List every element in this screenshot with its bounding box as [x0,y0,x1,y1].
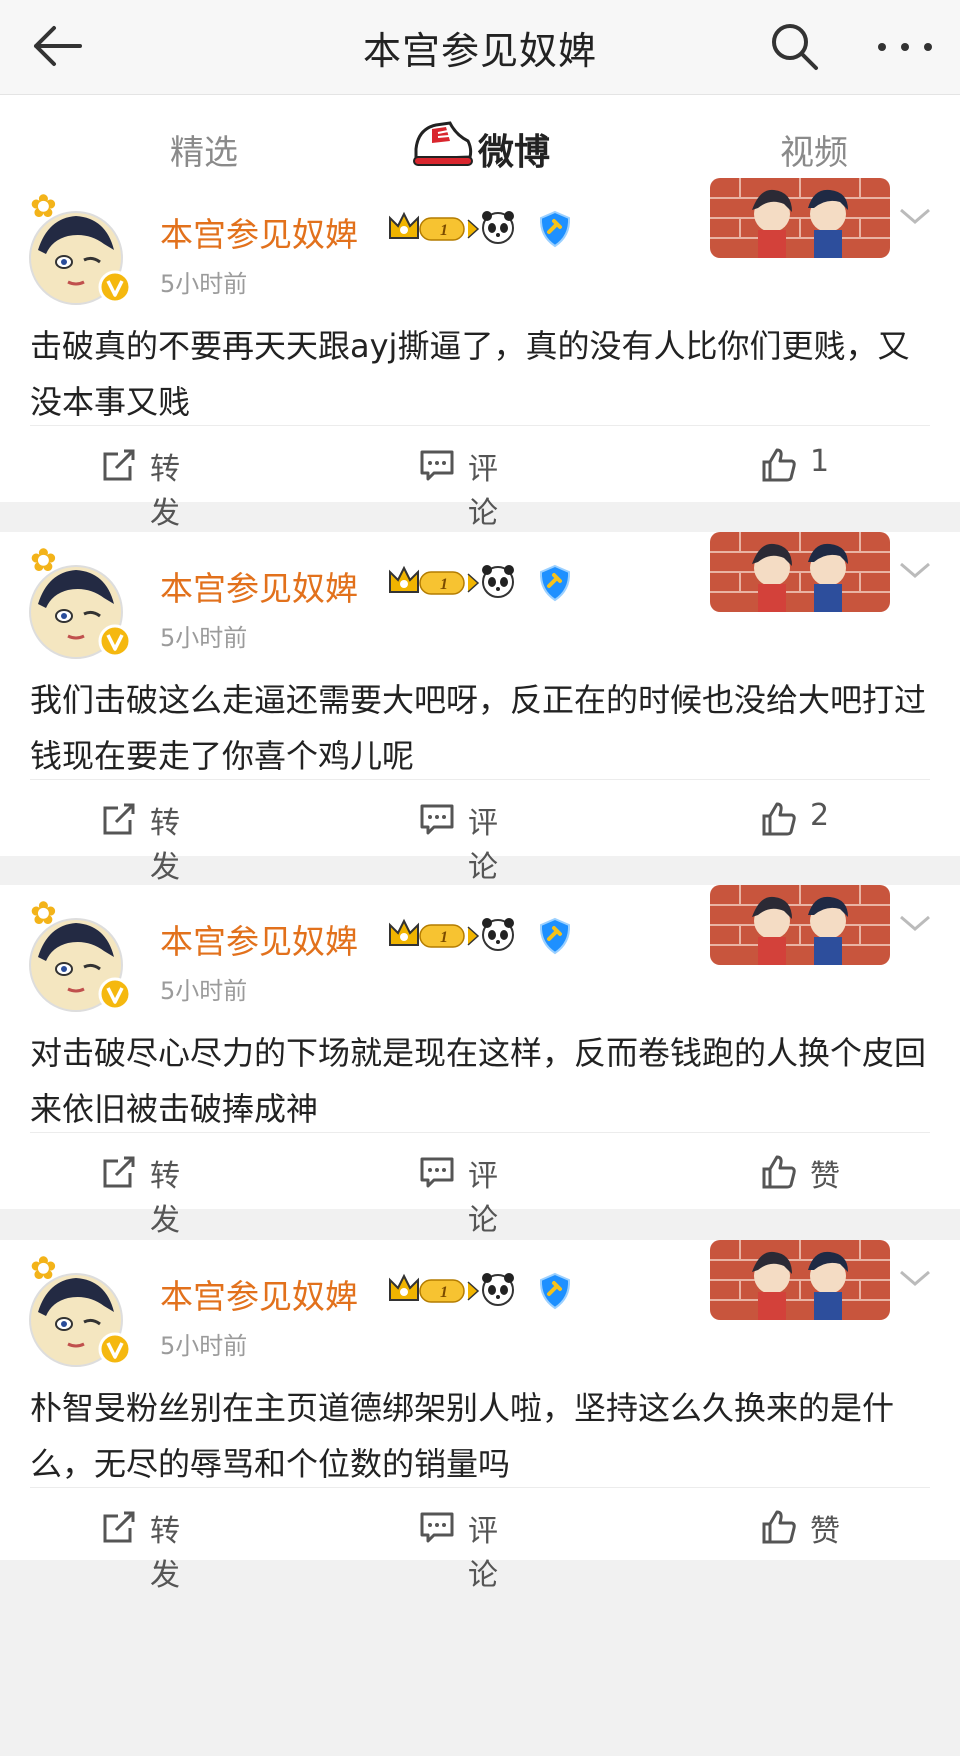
comment-icon [420,1157,454,1188]
level-number: 1 [440,222,448,239]
post-time: 5小时前 [160,977,248,1005]
crown-level-icon: 1 [389,565,480,595]
avatar[interactable]: ✿ [28,541,138,659]
avatar[interactable]: ✿ [28,1249,138,1367]
thumbs-up-icon [762,448,796,482]
repost-label: 转发 [150,452,180,531]
level-number: 1 [440,929,448,946]
post-card[interactable]: ✿ 本宫参见奴婢 1 5小 [0,1240,960,1593]
panda-icon [482,565,514,598]
panda-icon [482,211,514,244]
chevron-down-icon[interactable] [895,911,935,935]
repost-label: 转发 [150,806,180,885]
verified-badge-icon [98,977,132,1011]
avatar[interactable]: ✿ [28,894,138,1012]
search-icon[interactable] [768,20,822,74]
sneaker-logo-icon [413,121,473,166]
repost-label: 转发 [150,1159,180,1238]
comment-icon [420,450,454,481]
shield-hammer-icon [539,1272,571,1310]
post-text: 朴智旻粉丝别在主页道德绑架别人啦，坚持这么久换来的是什么，无尽的辱骂和个位数的销… [30,1389,895,1483]
thumbs-up-icon [762,1155,796,1189]
verified-badge-icon [98,624,132,658]
chevron-down-icon[interactable] [895,1266,935,1290]
sunflower-icon: ✿ [30,1249,57,1287]
repost-icon [103,803,135,835]
crown-level-icon: 1 [389,211,480,241]
username[interactable]: 本宫参见奴婢 [160,915,358,963]
shield-hammer-icon [539,917,571,955]
sunflower-icon: ✿ [30,187,57,225]
comment-label: 评论 [468,1159,498,1238]
thumbs-up-icon [762,802,796,836]
username[interactable]: 本宫参见奴婢 [160,208,358,256]
panda-icon [482,918,514,951]
post-text: 击破真的不要再天天跟ayj撕逼了，真的没有人比你们更贱，又没本事又贱 [30,327,910,421]
repost-icon [103,1511,135,1543]
shield-hammer-icon [539,210,571,248]
like-count: 赞 [810,1514,840,1549]
post-card[interactable]: ✿ 本宫参见奴婢 1 5小 [0,532,960,885]
more-options-icon[interactable] [870,20,940,74]
crown-level-icon: 1 [389,1273,480,1303]
tab-weibo-label: 微博 [478,132,551,173]
thumbs-up-icon [762,1510,796,1544]
username[interactable]: 本宫参见奴婢 [160,1270,358,1318]
repost-label: 转发 [150,1514,180,1593]
chevron-down-icon[interactable] [895,558,935,582]
user-badges: 1 [389,1273,514,1306]
post-divider [30,1487,930,1488]
chevron-down-icon[interactable] [895,204,935,228]
post-divider [30,1132,930,1133]
top-bar: 本宫参见奴婢 [0,0,960,95]
verified-badge-icon [98,1332,132,1366]
post-time: 5小时前 [160,1332,248,1360]
level-number: 1 [440,576,448,593]
post-divider [30,425,930,426]
anime-banner-image [710,178,890,258]
comment-icon [420,1512,454,1543]
comment-label: 评论 [468,1514,498,1593]
post-time: 5小时前 [160,624,248,652]
repost-icon [103,449,135,481]
tab-video[interactable]: 视频 [780,125,848,174]
like-count: 1 [810,444,830,479]
user-badges: 1 [389,565,514,598]
crown-level-icon: 1 [389,918,480,948]
like-count: 2 [810,798,830,833]
post-text: 我们击破这么走逼还需要大吧呀，反正在的时候也没给大吧打过钱现在要走了你喜个鸡儿呢 [30,681,927,775]
sunflower-icon: ✿ [30,894,57,932]
comment-icon [420,804,454,835]
anime-banner-image [710,1240,890,1320]
comment-label: 评论 [468,806,498,885]
post-card[interactable]: ✿ 本宫参见奴婢 1 5小 [0,885,960,1238]
anime-banner-image [710,885,890,965]
repost-icon [103,1156,135,1188]
panda-icon [482,1273,514,1306]
anime-banner-image [710,532,890,612]
avatar[interactable]: ✿ [28,187,138,305]
shield-hammer-icon [539,564,571,602]
post-text: 对击破尽心尽力的下场就是现在这样，反而卷钱跑的人换个皮回来依旧被击破捧成神 [30,1034,927,1128]
post-divider [30,779,930,780]
post-card[interactable]: ✿ 本宫参见奴婢 1 5小 [0,178,960,531]
user-badges: 1 [389,211,514,244]
username[interactable]: 本宫参见奴婢 [160,562,358,610]
verified-badge-icon [98,270,132,304]
user-badges: 1 [389,918,514,951]
like-count: 赞 [810,1159,840,1194]
sunflower-icon: ✿ [30,541,57,579]
tab-featured[interactable]: 精选 [170,125,238,174]
level-number: 1 [440,1284,448,1301]
post-time: 5小时前 [160,270,248,298]
comment-label: 评论 [468,452,498,531]
